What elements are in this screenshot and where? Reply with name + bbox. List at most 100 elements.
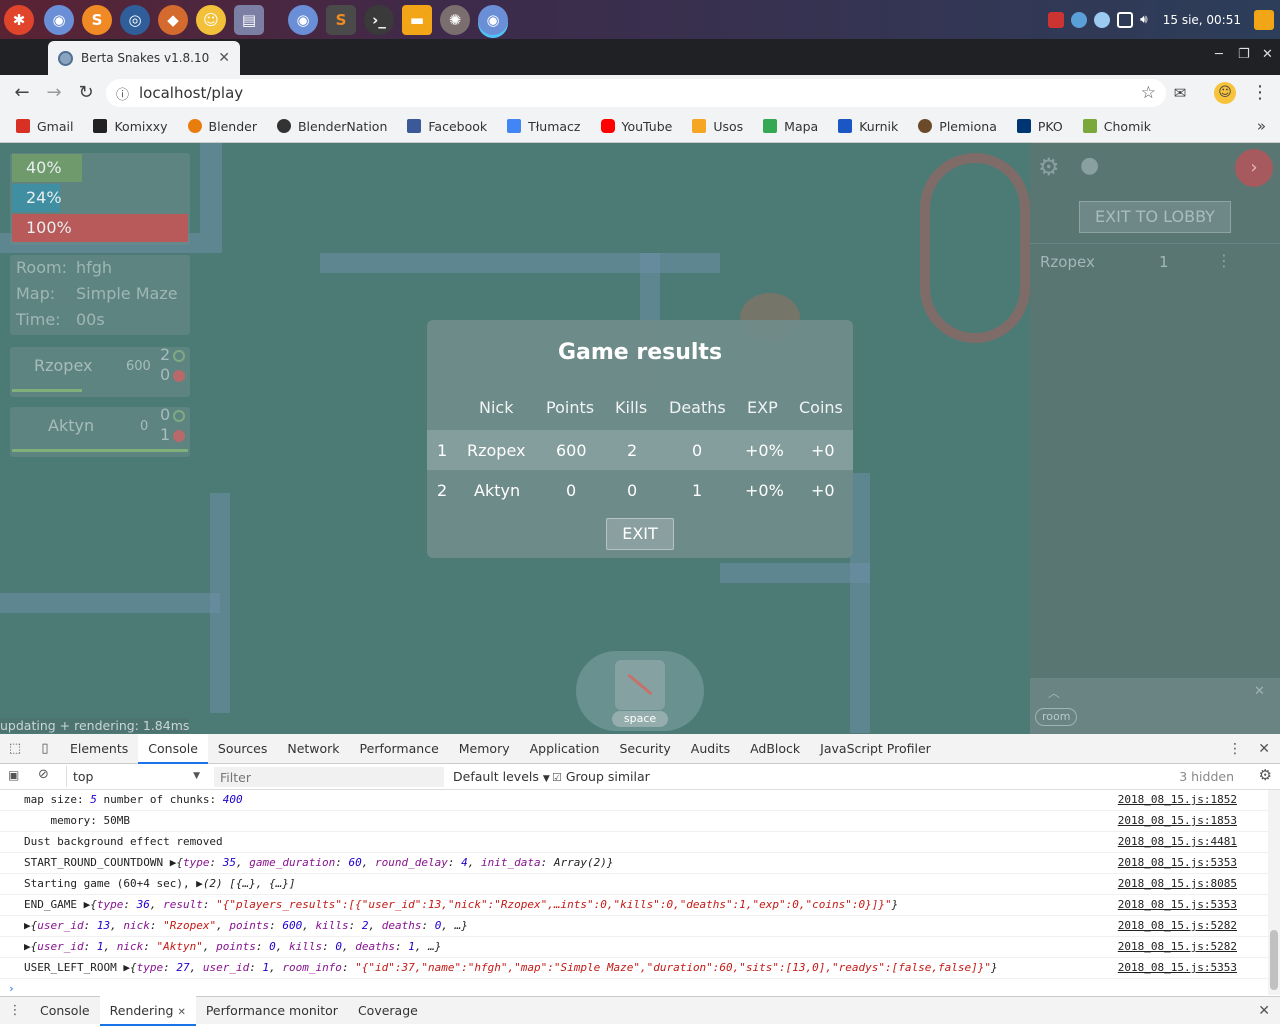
console-message[interactable]: ▶{user_id: 13, nick: "Rzopex", points: 6… [0, 916, 1268, 937]
source-link[interactable]: 2018_08_15.js:5282 [1118, 940, 1237, 953]
terminal-window-icon[interactable]: ›_ [364, 5, 394, 35]
bookmark-facebook[interactable]: Facebook [407, 119, 487, 134]
restore-icon[interactable]: ❐ [1238, 47, 1250, 62]
chrome-menu-icon[interactable]: ⋮ [1248, 81, 1272, 105]
source-link[interactable]: 2018_08_15.js:5353 [1118, 856, 1237, 869]
drawer-tab-rendering[interactable]: Rendering ✕ [99, 995, 196, 1026]
gimp-launcher-icon[interactable]: ◆ [158, 5, 188, 35]
inspect-element-icon[interactable]: ⬚ [0, 741, 30, 756]
tab-js-profiler[interactable]: JavaScript Profiler [810, 734, 941, 764]
source-link[interactable]: 2018_08_15.js:1853 [1118, 814, 1237, 827]
bookmark-usos[interactable]: Usos [692, 119, 743, 134]
devtools-close-icon[interactable]: ✕ [1258, 741, 1270, 757]
source-link[interactable]: 2018_08_15.js:4481 [1118, 835, 1237, 848]
console-filter-input[interactable] [214, 767, 444, 787]
reload-icon[interactable]: ↻ [74, 81, 98, 105]
console-message[interactable]: START_ROUND_COUNTDOWN ▶{type: 35, game_d… [0, 853, 1268, 874]
exit-button[interactable]: EXIT [606, 518, 674, 550]
smiley-app-icon[interactable]: ☺ [196, 5, 226, 35]
sidebar-toggle-icon[interactable]: ▣ [8, 768, 19, 782]
info-icon[interactable]: ⓘ [116, 84, 129, 103]
scrollbar-thumb[interactable] [1270, 930, 1278, 990]
room-chat-tag[interactable]: room [1035, 708, 1078, 726]
sublime-window-icon[interactable]: S [326, 5, 356, 35]
console-scrollbar[interactable] [1268, 790, 1280, 995]
tab-performance[interactable]: Performance [350, 734, 449, 764]
files-launcher-icon[interactable]: ▤ [234, 5, 264, 35]
device-toolbar-icon[interactable]: ▯ [30, 741, 60, 756]
exit-to-lobby-button[interactable]: EXIT TO LOBBY [1079, 201, 1231, 233]
mail-extension-icon[interactable]: ✉ [1168, 81, 1192, 105]
bookmark-star-icon[interactable]: ☆ [1141, 83, 1156, 103]
bookmark-tlumacz[interactable]: Tłumacz [507, 119, 581, 134]
forward-arrow-icon[interactable]: → [42, 81, 66, 105]
source-link[interactable]: 2018_08_15.js:5282 [1118, 919, 1237, 932]
tab-adblock[interactable]: AdBlock [740, 734, 810, 764]
chromium-launcher-icon[interactable]: ◉ [44, 5, 74, 35]
drawer-close-icon[interactable]: ✕ [1258, 1003, 1270, 1019]
tab-elements[interactable]: Elements [60, 734, 138, 764]
browser-tab[interactable]: Berta Snakes v1.8.10 ✕ [48, 41, 240, 75]
bookmark-kurnik[interactable]: Kurnik [838, 119, 898, 134]
chat-close-icon[interactable]: ✕ [1254, 684, 1265, 699]
group-similar-checkbox[interactable]: ☑ Group similar [552, 769, 650, 784]
chevron-up-icon[interactable]: ︿ [1048, 684, 1060, 701]
tab-audits[interactable]: Audits [681, 734, 740, 764]
console-message[interactable]: memory: 50MB 2018_08_15.js:1853 [0, 811, 1268, 832]
console-settings-gear-icon[interactable]: ⚙ [1259, 766, 1272, 784]
console-message[interactable]: map size: 5 number of chunks: 400 2018_0… [0, 790, 1268, 811]
tray-chat-icon[interactable] [1071, 11, 1088, 28]
settings-window-icon[interactable]: ✺ [440, 5, 470, 35]
folder-window-icon[interactable]: ▬ [402, 5, 432, 35]
tab-network[interactable]: Network [277, 734, 349, 764]
bookmark-mapa[interactable]: Mapa [763, 119, 818, 134]
console-message[interactable]: Dust background effect removed 2018_08_1… [0, 832, 1268, 853]
tab-sources[interactable]: Sources [208, 734, 277, 764]
tab-security[interactable]: Security [609, 734, 680, 764]
console-log[interactable]: map size: 5 number of chunks: 400 2018_0… [0, 790, 1268, 995]
bookmark-gmail[interactable]: Gmail [16, 119, 73, 134]
chromium-active-window-icon[interactable]: ◉ [478, 5, 508, 35]
tray-gear-icon[interactable] [1094, 11, 1111, 28]
gear-icon[interactable]: ⚙ [1038, 153, 1060, 181]
log-levels-dropdown[interactable]: Default levels ▼ [453, 769, 550, 784]
url-text[interactable]: localhost/play [139, 84, 243, 102]
console-message[interactable]: Starting game (60+4 sec), ▶(2) [{…}, {…}… [0, 874, 1268, 895]
source-link[interactable]: 2018_08_15.js:8085 [1118, 877, 1237, 890]
window-close-icon[interactable]: ✕ [1262, 47, 1273, 62]
drawer-tab-console[interactable]: Console [30, 996, 100, 1026]
source-link[interactable]: 2018_08_15.js:1852 [1118, 793, 1237, 806]
tray-network-icon[interactable] [1117, 11, 1134, 28]
tray-calendar-icon[interactable] [1254, 9, 1274, 30]
tab-console[interactable]: Console [138, 733, 208, 764]
taskbar-clock[interactable]: 15 sie, 00:51 [1163, 13, 1241, 27]
back-arrow-icon[interactable]: ← [10, 81, 34, 105]
bookmark-pko[interactable]: PKO [1016, 119, 1063, 134]
drawer-tab-performance-monitor[interactable]: Performance monitor [196, 996, 348, 1026]
bookmark-chomik[interactable]: Chomik [1082, 119, 1151, 134]
more-bookmarks-icon[interactable]: » [1257, 117, 1266, 135]
source-link[interactable]: 2018_08_15.js:5353 [1118, 961, 1237, 974]
tray-app-icon[interactable] [1048, 11, 1065, 28]
address-bar[interactable]: ⓘ localhost/play ☆ [106, 79, 1166, 107]
bookmark-blender[interactable]: Blender [187, 119, 257, 134]
user-icon[interactable]: ● [1080, 153, 1099, 178]
ability-button[interactable]: space [576, 651, 704, 731]
chromium-window-icon[interactable]: ◉ [288, 5, 318, 35]
bookmark-komixxy[interactable]: Komixxy [93, 119, 168, 134]
source-link[interactable]: 2018_08_15.js:5353 [1118, 898, 1237, 911]
tray-volume-icon[interactable]: 🔊︎ [1140, 12, 1148, 27]
sublime-launcher-icon[interactable]: S [82, 5, 112, 35]
drawer-tab-coverage[interactable]: Coverage [348, 996, 428, 1026]
drawer-tab-close-icon[interactable]: ✕ [177, 1007, 185, 1018]
console-message[interactable]: USER_LEFT_ROOM ▶{type: 27, user_id: 1, r… [0, 958, 1268, 979]
bookmark-plemiona[interactable]: Plemiona [918, 119, 997, 134]
tab-memory[interactable]: Memory [449, 734, 520, 764]
console-message[interactable]: END_GAME ▶{type: 36, result: "{"players_… [0, 895, 1268, 916]
app-menu-icon[interactable]: ✱ [4, 5, 34, 35]
console-message[interactable]: ▶{user_id: 1, nick: "Aktyn", points: 0, … [0, 937, 1268, 958]
collapse-panel-button[interactable]: › [1235, 149, 1273, 187]
tab-close-icon[interactable]: ✕ [218, 50, 230, 66]
devtools-menu-icon[interactable]: ⋮ [1228, 741, 1242, 757]
blender-launcher-icon[interactable]: ◎ [120, 5, 150, 35]
